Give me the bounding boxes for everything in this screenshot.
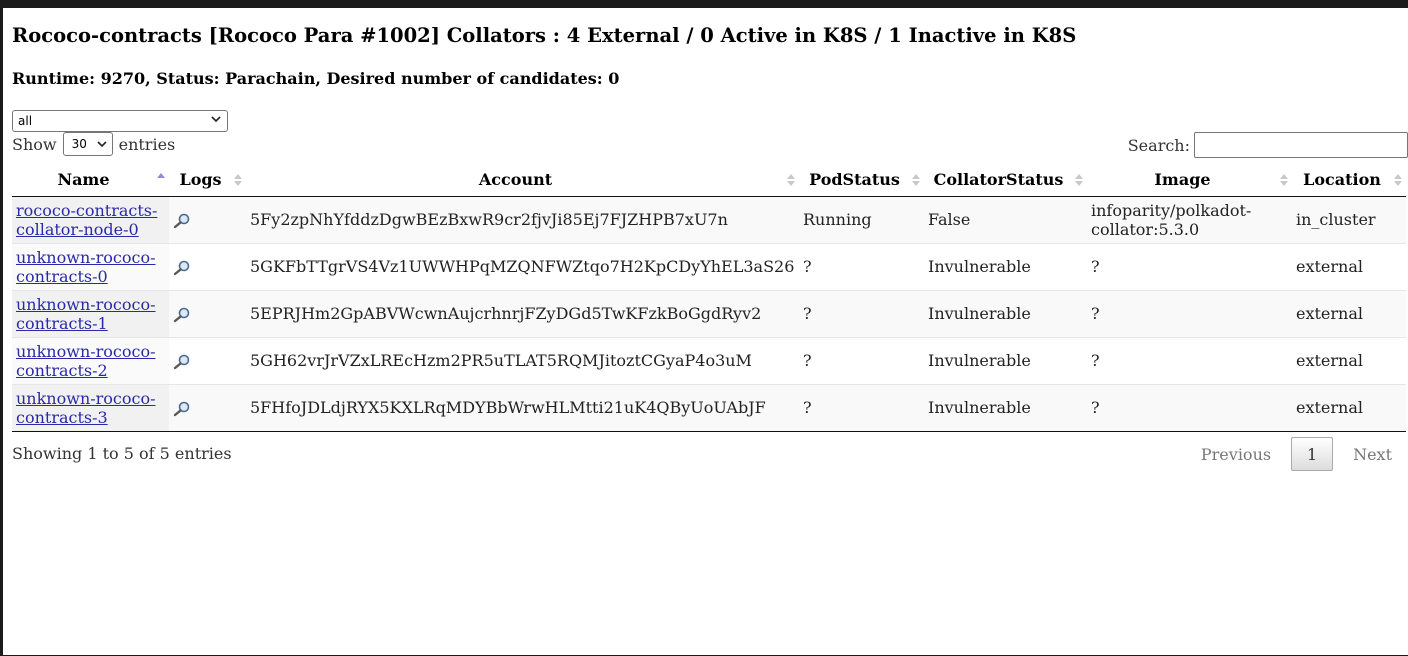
pod-status-cell: ?	[799, 383, 924, 432]
sort-arrows-icon	[1394, 174, 1402, 186]
location-filter-value: all	[18, 114, 33, 128]
table-row: unknown-rococo-contracts-3 5FHfoJDLdjRYX…	[12, 383, 1406, 432]
table-row: rococo-contracts-collator-node-0 5Fy2zpN…	[12, 196, 1406, 243]
collator-status-cell: Invulnerable	[924, 242, 1087, 290]
pagination: Previous 1 Next	[1185, 436, 1408, 472]
column-header-logs[interactable]: Logs	[169, 164, 246, 197]
name-cell: unknown-rococo-contracts-3	[12, 383, 169, 432]
collator-name-link[interactable]: rococo-contracts-collator-node-0	[16, 201, 157, 239]
magnifier-icon[interactable]	[173, 260, 191, 276]
location-cell: external	[1292, 242, 1406, 290]
entries-per-page-select[interactable]: 30	[62, 132, 113, 156]
entries-per-page-value: 30	[71, 137, 87, 151]
collators-table: Name Logs Account PodStatus CollatorStat…	[12, 164, 1406, 432]
column-header-location[interactable]: Location	[1292, 164, 1406, 197]
column-label: PodStatus	[809, 170, 900, 190]
location-cell: external	[1292, 383, 1406, 432]
pod-status-cell: ?	[799, 242, 924, 290]
name-cell: unknown-rococo-contracts-2	[12, 336, 169, 384]
sort-arrows-icon	[1280, 174, 1288, 186]
collator-status-cell: Invulnerable	[924, 336, 1087, 384]
location-cell: external	[1292, 336, 1406, 384]
table-row: unknown-rococo-contracts-2 5GH62vrJrVZxL…	[12, 336, 1406, 384]
chevron-down-icon	[97, 141, 107, 148]
collator-name-link[interactable]: unknown-rococo-contracts-2	[16, 342, 156, 380]
location-cell: in_cluster	[1292, 196, 1406, 243]
pod-status-cell: ?	[799, 289, 924, 337]
sort-arrows-icon	[157, 173, 165, 186]
image-cell: infoparity/polkadot-collator:5.3.0	[1087, 196, 1292, 243]
collator-name-link[interactable]: unknown-rococo-contracts-3	[16, 389, 156, 427]
table-row: unknown-rococo-contracts-0 5GKFbTTgrVS4V…	[12, 242, 1406, 290]
image-cell: ?	[1087, 242, 1292, 290]
table-info: Showing 1 to 5 of 5 entries	[12, 444, 232, 463]
search-control: Search:	[1128, 132, 1408, 158]
page-title: Rococo-contracts [Rococo Para #1002] Col…	[12, 24, 1077, 47]
column-label: Account	[478, 170, 553, 190]
sort-arrows-icon	[912, 174, 920, 186]
pod-status-cell: Running	[799, 196, 924, 243]
location-cell: external	[1292, 289, 1406, 337]
logs-cell	[169, 383, 246, 432]
table-row: unknown-rococo-contracts-1 5EPRJHm2GpABV…	[12, 289, 1406, 337]
account-cell: 5EPRJHm2GpABVWcwnAujcrhnrjFZyDGd5TwKFzkB…	[246, 289, 799, 337]
sort-arrows-icon	[787, 174, 795, 186]
column-label: CollatorStatus	[933, 170, 1064, 190]
magnifier-icon[interactable]	[173, 213, 191, 229]
next-page-button[interactable]: Next	[1337, 445, 1408, 464]
account-cell: 5Fy2zpNhYfddzDgwBEzBxwR9cr2fjvJi85Ej7FJZ…	[246, 196, 799, 243]
account-cell: 5FHfoJDLdjRYX5KXLRqMDYBbWrwHLMtti21uK4QB…	[246, 383, 799, 432]
sort-arrows-icon	[234, 174, 242, 186]
magnifier-icon[interactable]	[173, 307, 191, 323]
collator-status-cell: Invulnerable	[924, 289, 1087, 337]
column-header-image[interactable]: Image	[1087, 164, 1292, 197]
column-label: Image	[1154, 170, 1211, 190]
account-cell: 5GH62vrJrVZxLREcHzm2PR5uTLAT5RQMJitoztCG…	[246, 336, 799, 384]
previous-page-button[interactable]: Previous	[1185, 445, 1287, 464]
length-prefix: Show	[12, 134, 57, 154]
column-header-collatorstatus[interactable]: CollatorStatus	[924, 164, 1087, 197]
name-cell: unknown-rococo-contracts-1	[12, 289, 169, 337]
collator-status-cell: Invulnerable	[924, 383, 1087, 432]
search-input[interactable]	[1194, 132, 1408, 158]
column-label: Name	[57, 170, 110, 190]
image-cell: ?	[1087, 336, 1292, 384]
column-header-podstatus[interactable]: PodStatus	[799, 164, 924, 197]
table-header-row: Name Logs Account PodStatus CollatorStat…	[12, 164, 1406, 197]
logs-cell	[169, 336, 246, 384]
location-filter-select[interactable]: all	[12, 110, 228, 132]
account-cell: 5GKFbTTgrVS4Vz1UWWHPqMZQNFWZtqo7H2KpCDyY…	[246, 242, 799, 290]
sort-arrows-icon	[1075, 174, 1083, 186]
name-cell: rococo-contracts-collator-node-0	[12, 196, 169, 243]
logs-cell	[169, 289, 246, 337]
column-label: Location	[1303, 170, 1381, 190]
image-cell: ?	[1087, 383, 1292, 432]
collator-name-link[interactable]: unknown-rococo-contracts-1	[16, 295, 156, 333]
magnifier-icon[interactable]	[173, 401, 191, 417]
length-suffix: entries	[118, 134, 176, 154]
entries-length-control: Show 30 entries	[12, 132, 175, 156]
runtime-status-line: Runtime: 9270, Status: Parachain, Desire…	[12, 69, 620, 88]
logs-cell	[169, 196, 246, 243]
pod-status-cell: ?	[799, 336, 924, 384]
column-label: Logs	[179, 170, 222, 190]
column-header-name[interactable]: Name	[12, 164, 169, 197]
magnifier-icon[interactable]	[173, 354, 191, 370]
collator-status-cell: False	[924, 196, 1087, 243]
name-cell: unknown-rococo-contracts-0	[12, 242, 169, 290]
search-label: Search:	[1127, 135, 1190, 155]
current-page-button[interactable]: 1	[1291, 437, 1334, 471]
collator-name-link[interactable]: unknown-rococo-contracts-0	[16, 248, 156, 286]
chevron-down-icon	[211, 116, 221, 123]
image-cell: ?	[1087, 289, 1292, 337]
logs-cell	[169, 242, 246, 290]
column-header-account[interactable]: Account	[246, 164, 799, 197]
